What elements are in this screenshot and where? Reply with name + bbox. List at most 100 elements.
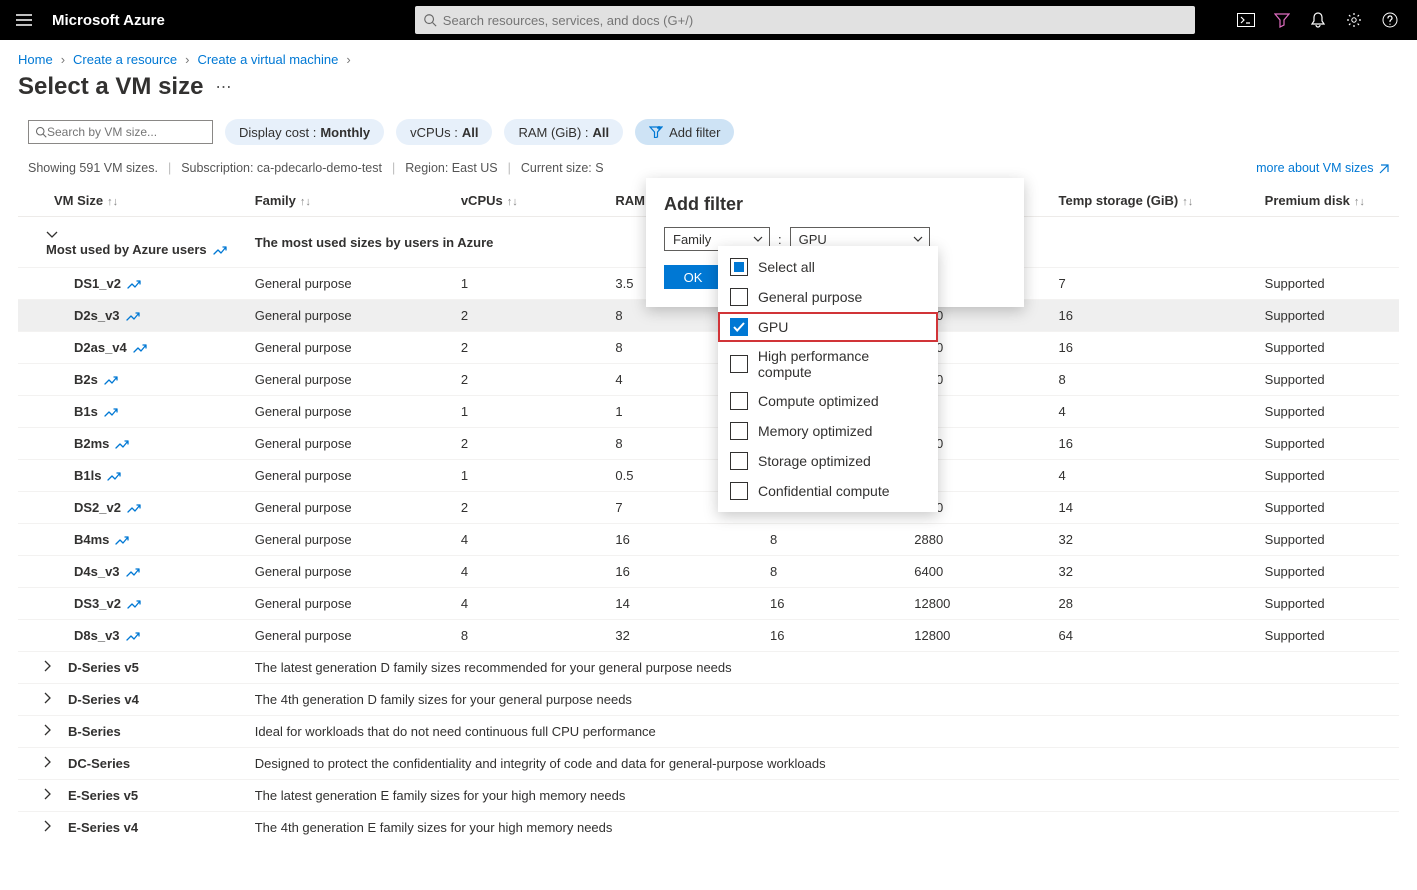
- filter-pill-ram[interactable]: RAM (GiB) :All: [504, 119, 623, 145]
- checkbox-icon: [730, 258, 748, 276]
- cell-iops: 12800: [904, 588, 1048, 620]
- azure-brand[interactable]: Microsoft Azure: [52, 12, 165, 29]
- learn-more-link[interactable]: more about VM sizes: [1256, 161, 1389, 175]
- filter-ok-button[interactable]: OK: [664, 265, 722, 289]
- vm-name: B1s: [74, 404, 118, 419]
- hamburger-icon[interactable]: [8, 0, 40, 40]
- cell-vcpus: 2: [451, 364, 606, 396]
- popup-title: Add filter: [664, 194, 1006, 215]
- table-group-header[interactable]: D-Series v4 The 4th generation D family …: [18, 684, 1399, 716]
- trending-icon: [213, 245, 227, 255]
- table-row[interactable]: B1ls General purpose 1 0.5 2 160 4 Suppo…: [18, 460, 1399, 492]
- global-search[interactable]: [415, 6, 1195, 34]
- breadcrumb-item[interactable]: Create a resource: [73, 52, 177, 67]
- subscription-label: Subscription: ca-pdecarlo-demo-test: [181, 161, 382, 175]
- table-group-header[interactable]: B-Series Ideal for workloads that do not…: [18, 716, 1399, 748]
- table-row[interactable]: D8s_v3 General purpose 8 32 16 12800 64 …: [18, 620, 1399, 652]
- table-group-header[interactable]: E-Series v5 The latest generation E fami…: [18, 780, 1399, 812]
- dropdown-option-label: Compute optimized: [758, 393, 879, 409]
- cell-temp: 8: [1049, 364, 1255, 396]
- dropdown-option[interactable]: GPU: [718, 312, 938, 342]
- vm-name: DS2_v2: [74, 500, 141, 515]
- table-group-header[interactable]: E-Series v4 The 4th generation E family …: [18, 812, 1399, 844]
- table-row[interactable]: B4ms General purpose 4 16 8 2880 32 Supp…: [18, 524, 1399, 556]
- dropdown-option-label: GPU: [758, 319, 788, 335]
- page-title: Select a VM size: [18, 73, 203, 101]
- dropdown-option[interactable]: High performance compute: [718, 342, 938, 386]
- cell-ram: 32: [605, 620, 760, 652]
- cell-family: General purpose: [245, 268, 451, 300]
- col-header-family[interactable]: Family↑↓: [245, 185, 451, 217]
- breadcrumb-item[interactable]: Create a virtual machine: [197, 52, 338, 67]
- gear-icon[interactable]: [1345, 11, 1363, 29]
- vm-name: D4s_v3: [74, 564, 140, 579]
- cell-datadisks: 8: [760, 556, 904, 588]
- dropdown-option[interactable]: Compute optimized: [718, 386, 938, 416]
- add-filter-button[interactable]: Add filter: [635, 119, 734, 145]
- table-group-header[interactable]: DC-Series Designed to protect the confid…: [18, 748, 1399, 780]
- dropdown-option[interactable]: Confidential compute: [718, 476, 938, 506]
- cell-iops: 6400: [904, 556, 1048, 588]
- trending-icon: [126, 631, 140, 641]
- cell-datadisks: 8: [760, 524, 904, 556]
- global-topbar: Microsoft Azure: [0, 0, 1417, 40]
- cell-temp: 16: [1049, 428, 1255, 460]
- trending-icon: [127, 503, 141, 513]
- global-search-input[interactable]: [443, 13, 1187, 28]
- filter-bar: Display cost :Monthly vCPUs :All RAM (Gi…: [0, 119, 1417, 161]
- cell-ram: 14: [605, 588, 760, 620]
- chevron-right-icon: [44, 820, 58, 832]
- cell-temp: 7: [1049, 268, 1255, 300]
- vm-name: DS1_v2: [74, 276, 141, 291]
- cell-ram: 16: [605, 556, 760, 588]
- dropdown-option[interactable]: General purpose: [718, 282, 938, 312]
- filter-pill-vcpus[interactable]: vCPUs :All: [396, 119, 492, 145]
- cell-datadisks: 16: [760, 588, 904, 620]
- notifications-icon[interactable]: [1309, 11, 1327, 29]
- cell-premium: Supported: [1255, 460, 1399, 492]
- checkbox-icon: [730, 422, 748, 440]
- cell-vcpus: 2: [451, 332, 606, 364]
- col-header-premium[interactable]: Premium disk↑↓: [1255, 185, 1399, 217]
- col-header-vmsize[interactable]: VM Size↑↓: [18, 185, 245, 217]
- dropdown-option[interactable]: Storage optimized: [718, 446, 938, 476]
- col-header-temp[interactable]: Temp storage (GiB)↑↓: [1049, 185, 1255, 217]
- cell-temp: 28: [1049, 588, 1255, 620]
- cell-vcpus: 2: [451, 492, 606, 524]
- table-row[interactable]: B1s General purpose 1 1 2 320 4 Supporte…: [18, 396, 1399, 428]
- dropdown-option-label: Confidential compute: [758, 483, 890, 499]
- help-icon[interactable]: [1381, 11, 1399, 29]
- cell-family: General purpose: [245, 492, 451, 524]
- chevron-right-icon: [44, 788, 58, 800]
- table-group-header[interactable]: D-Series v5 The latest generation D fami…: [18, 652, 1399, 684]
- table-row[interactable]: DS2_v2 General purpose 2 7 8 6400 14 Sup…: [18, 492, 1399, 524]
- dropdown-option[interactable]: Memory optimized: [718, 416, 938, 446]
- cell-family: General purpose: [245, 556, 451, 588]
- chevron-down-icon: [753, 236, 763, 242]
- table-row[interactable]: B2s General purpose 2 4 4 1280 8 Support…: [18, 364, 1399, 396]
- breadcrumb-item[interactable]: Home: [18, 52, 53, 67]
- vm-size-search[interactable]: [28, 120, 213, 144]
- more-actions-icon[interactable]: ⋯: [215, 77, 231, 97]
- cell-vcpus: 4: [451, 524, 606, 556]
- cell-premium: Supported: [1255, 588, 1399, 620]
- cell-vcpus: 8: [451, 620, 606, 652]
- cloud-shell-icon[interactable]: [1237, 11, 1255, 29]
- current-size-label: Current size: S: [521, 161, 604, 175]
- dropdown-option[interactable]: Select all: [718, 252, 938, 282]
- trending-icon: [104, 407, 118, 417]
- checkbox-icon: [730, 482, 748, 500]
- dropdown-option-label: High performance compute: [758, 348, 926, 380]
- col-header-vcpus[interactable]: vCPUs↑↓: [451, 185, 606, 217]
- table-row[interactable]: D2as_v4 General purpose 2 8 4 3200 16 Su…: [18, 332, 1399, 364]
- cell-family: General purpose: [245, 396, 451, 428]
- table-row[interactable]: B2ms General purpose 2 8 4 1920 16 Suppo…: [18, 428, 1399, 460]
- table-row[interactable]: DS3_v2 General purpose 4 14 16 12800 28 …: [18, 588, 1399, 620]
- vm-size-search-input[interactable]: [47, 125, 206, 139]
- cell-temp: 32: [1049, 524, 1255, 556]
- cell-premium: Supported: [1255, 492, 1399, 524]
- table-row[interactable]: D4s_v3 General purpose 4 16 8 6400 32 Su…: [18, 556, 1399, 588]
- directory-filter-icon[interactable]: [1273, 11, 1291, 29]
- chevron-right-icon: [44, 660, 58, 672]
- filter-pill-cost[interactable]: Display cost :Monthly: [225, 119, 384, 145]
